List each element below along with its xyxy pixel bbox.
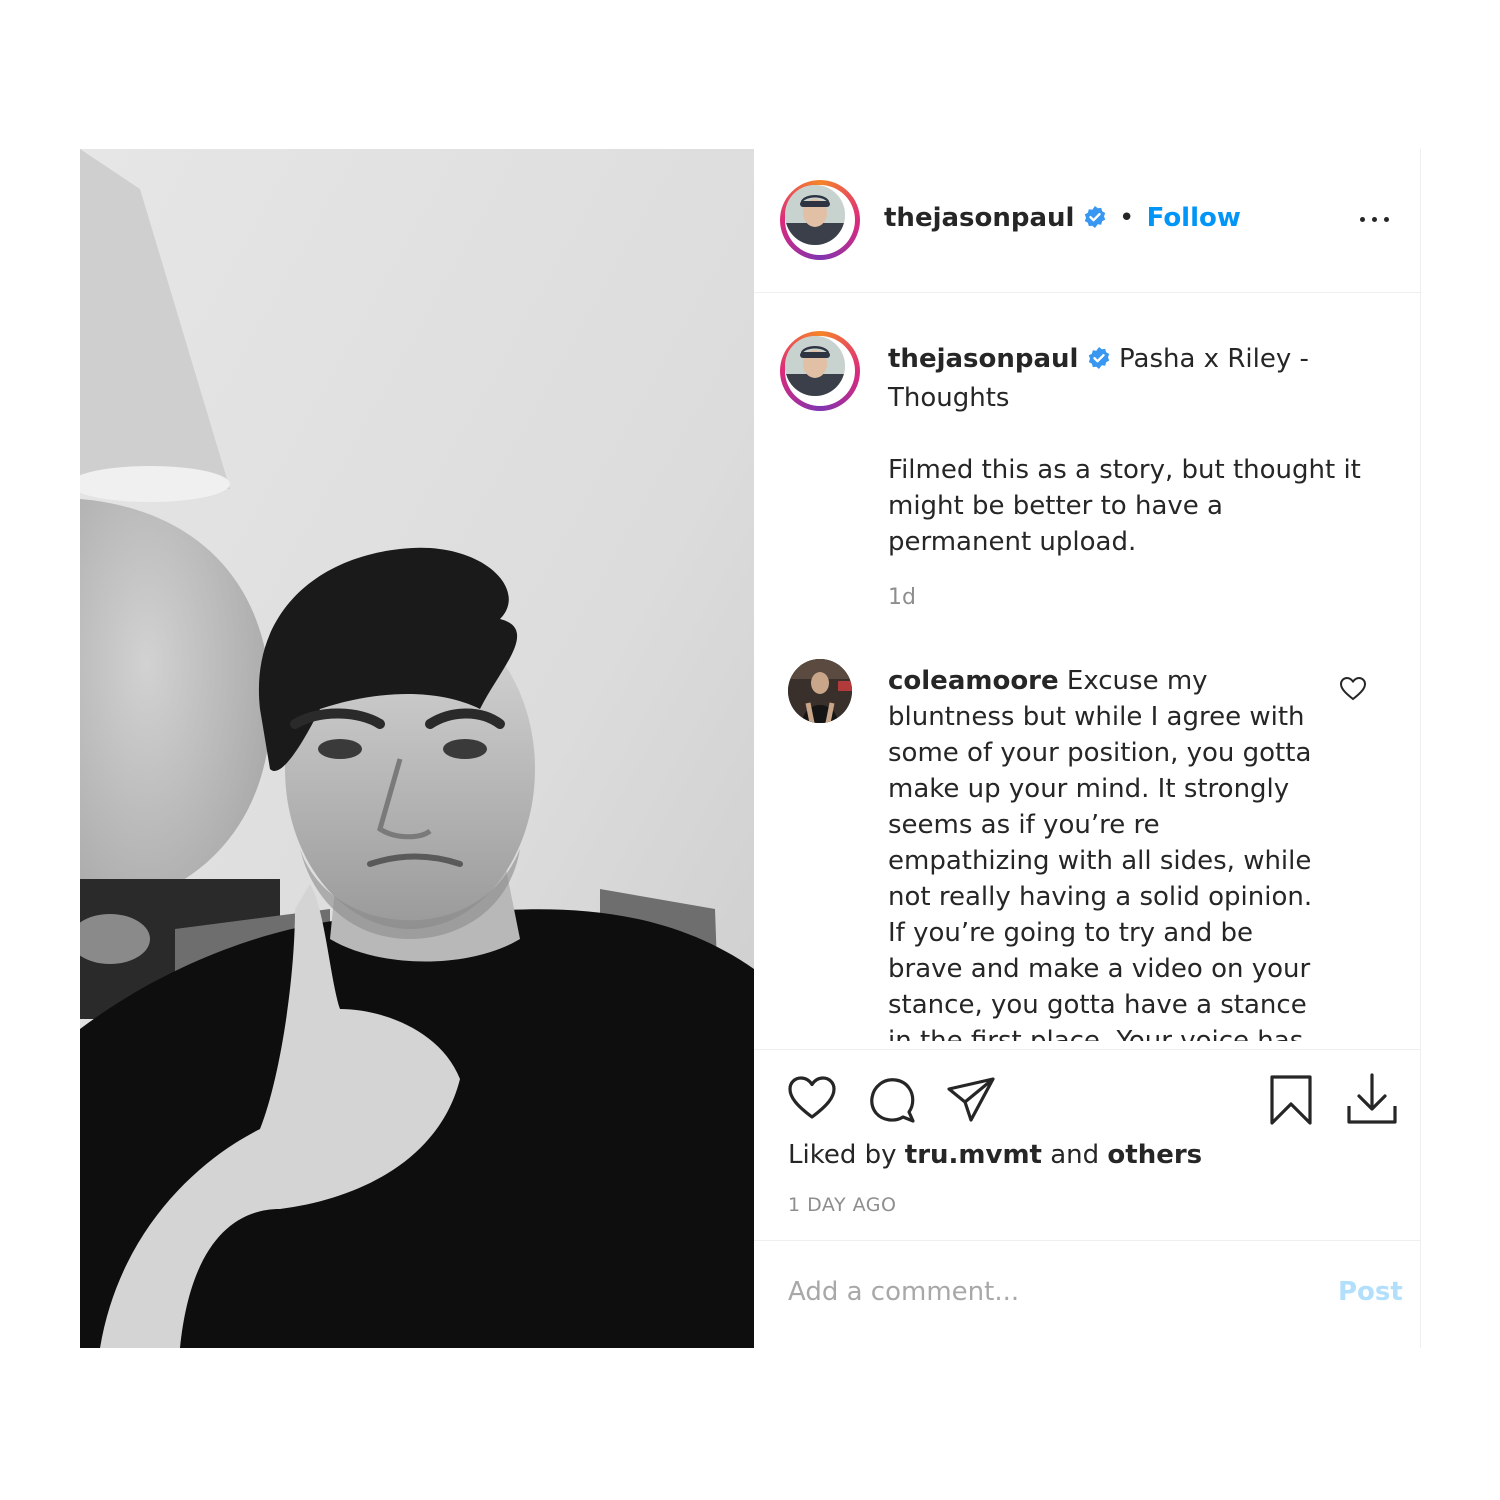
comments-scroll-area[interactable]: thejasonpaul Pasha x Riley - Thoughts Fi… bbox=[754, 293, 1420, 1041]
more-options-icon[interactable] bbox=[1360, 213, 1390, 225]
liked-by-and: and bbox=[1050, 1140, 1100, 1170]
follow-button[interactable]: Follow bbox=[1147, 203, 1241, 233]
post-actions: Liked by tru.mvmt and others 1 DAY AGO bbox=[754, 1049, 1420, 1241]
comment-like-heart-icon[interactable] bbox=[1339, 676, 1367, 705]
avatar-image bbox=[785, 336, 845, 396]
verified-badge-icon bbox=[1087, 344, 1111, 380]
post-header: thejasonpaul • Follow bbox=[754, 149, 1420, 293]
caption: thejasonpaul Pasha x Riley - Thoughts Fi… bbox=[888, 341, 1368, 560]
download-icon[interactable] bbox=[1346, 1072, 1398, 1130]
verified-badge-icon bbox=[1083, 205, 1107, 236]
comment-icon[interactable] bbox=[867, 1074, 917, 1128]
bookmark-icon[interactable] bbox=[1269, 1074, 1313, 1130]
caption-body: Filmed this as a story, but thought it m… bbox=[888, 455, 1361, 557]
caption-timestamp[interactable]: 1d bbox=[888, 585, 916, 610]
avatar-image bbox=[788, 659, 852, 723]
add-comment-input[interactable] bbox=[788, 1277, 1208, 1307]
liked-by-others[interactable]: others bbox=[1107, 1140, 1202, 1170]
post-time-ago[interactable]: 1 DAY AGO bbox=[788, 1194, 896, 1216]
post-photo[interactable] bbox=[80, 149, 754, 1348]
caption-username[interactable]: thejasonpaul bbox=[888, 344, 1078, 374]
avatar-image bbox=[785, 185, 845, 245]
author-username[interactable]: thejasonpaul bbox=[884, 203, 1074, 233]
comment: coleamoore Excuse my bluntness but while… bbox=[888, 663, 1328, 1041]
caption-author-avatar[interactable] bbox=[780, 331, 860, 411]
post-photo-illustration bbox=[80, 149, 754, 1348]
commenter-avatar[interactable] bbox=[788, 659, 852, 723]
heart-icon[interactable] bbox=[788, 1076, 836, 1124]
liked-by-user[interactable]: tru.mvmt bbox=[905, 1140, 1042, 1170]
comment-username[interactable]: coleamoore bbox=[888, 666, 1059, 696]
header-separator: • bbox=[1119, 203, 1135, 233]
author-avatar[interactable] bbox=[780, 180, 860, 260]
liked-by: Liked by tru.mvmt and others bbox=[788, 1140, 1202, 1170]
liked-by-prefix: Liked by bbox=[788, 1140, 897, 1170]
post-comment-button[interactable]: Post bbox=[1338, 1277, 1403, 1307]
share-icon[interactable] bbox=[946, 1076, 996, 1126]
comment-text: Excuse my bluntness but while I agree wi… bbox=[888, 666, 1313, 1041]
post-details-panel: thejasonpaul • Follow thejasonpaul Pasha… bbox=[754, 149, 1421, 1348]
